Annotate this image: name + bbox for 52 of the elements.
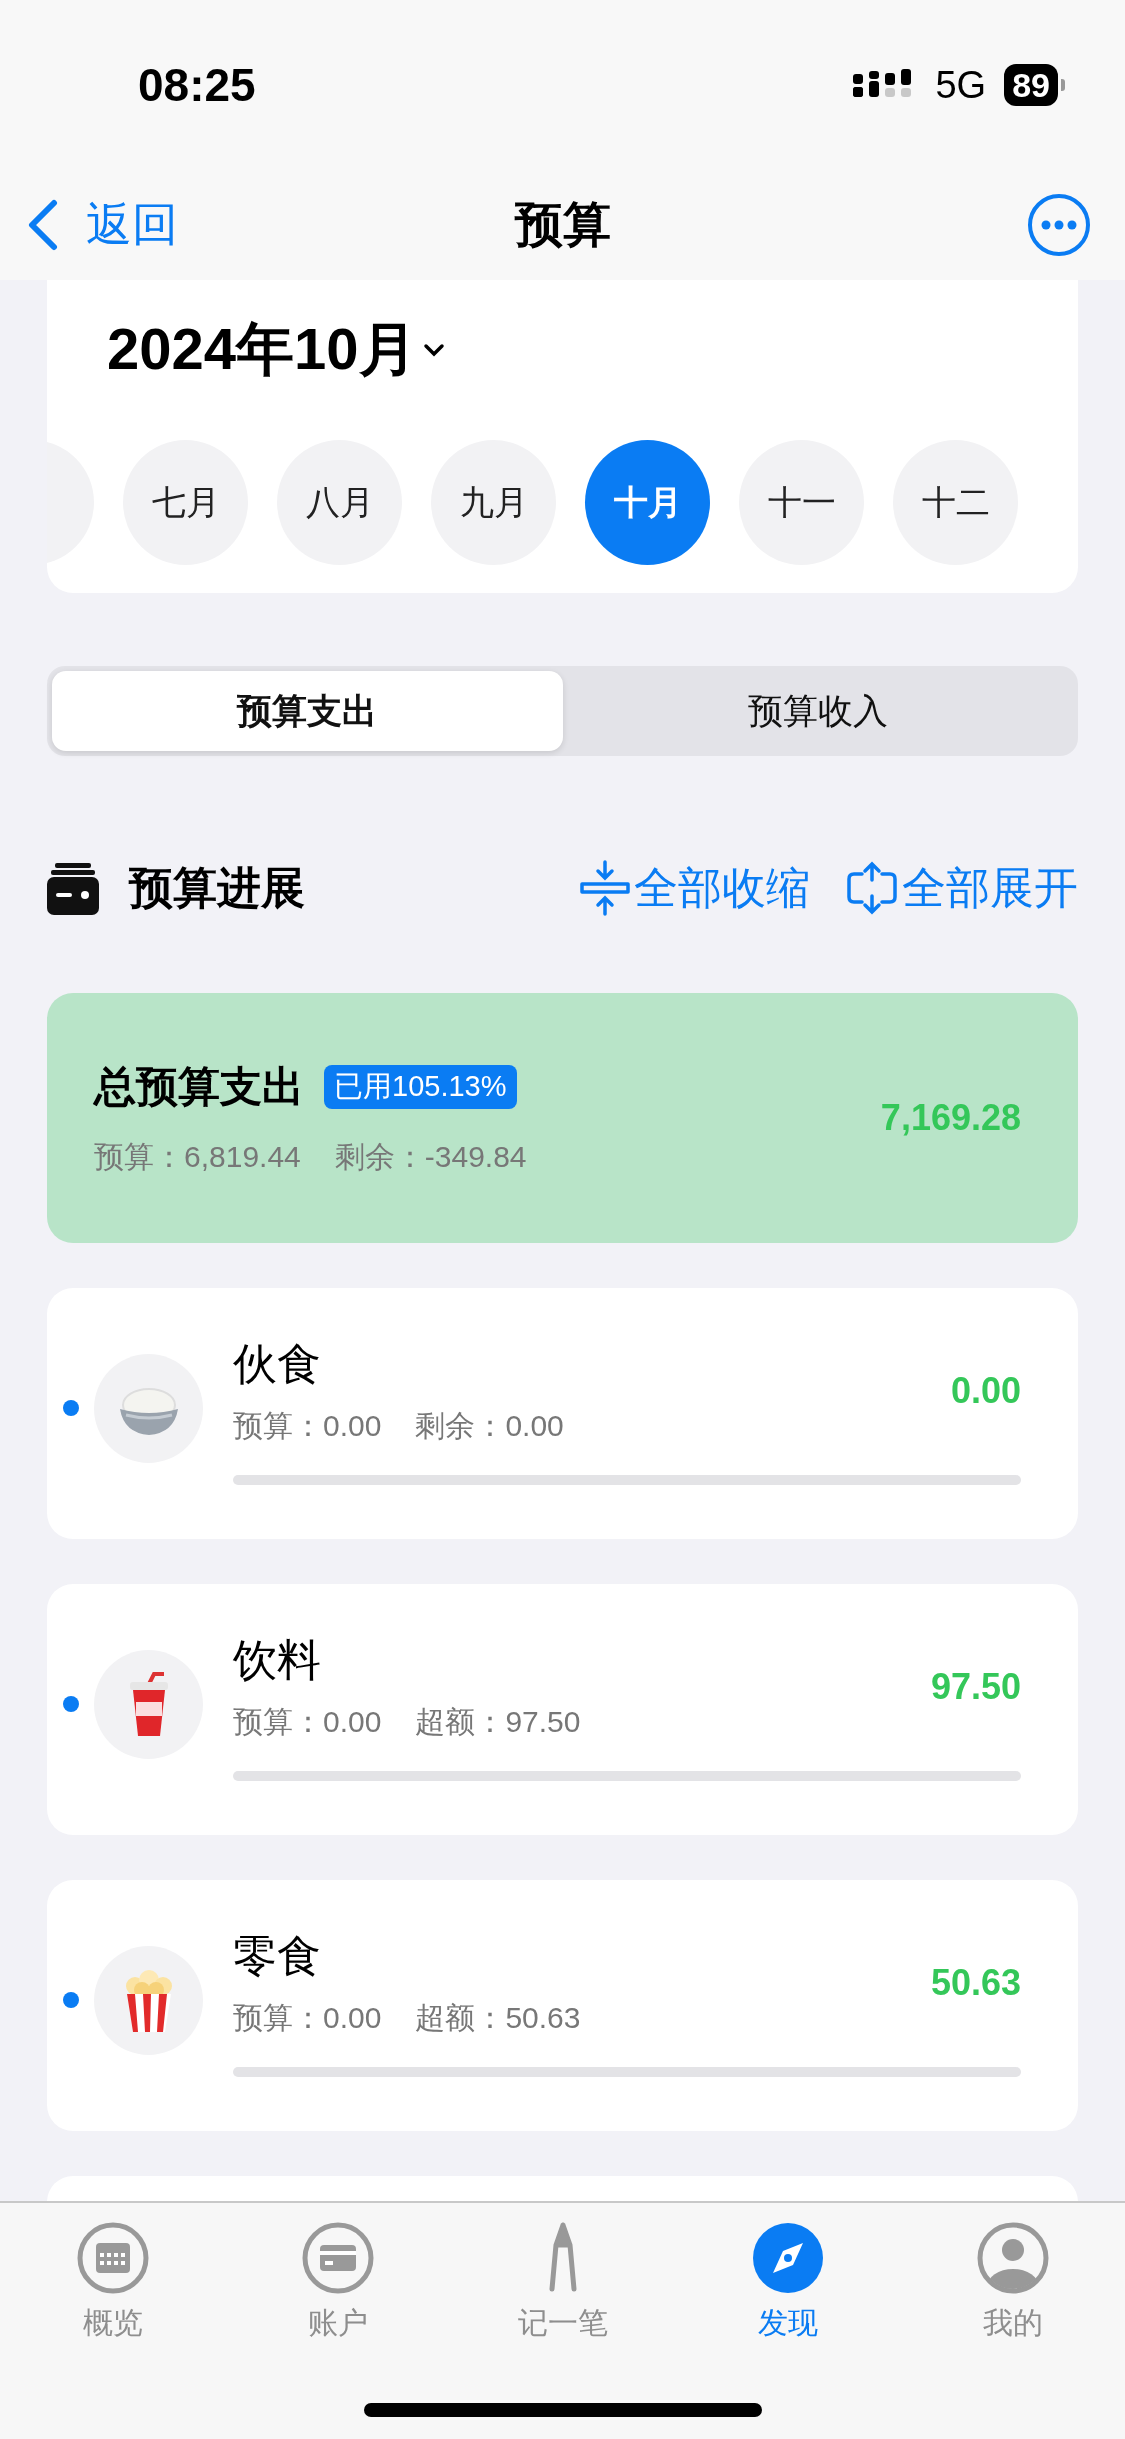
balance-label: 剩余：-349.84 [334, 1138, 527, 1175]
category-card[interactable]: 零食 预算：0.00 超额：50.63 50.63 [47, 1880, 1078, 2131]
wallet-icon [47, 861, 99, 915]
month-selector[interactable]: 2024年10月 [107, 315, 445, 385]
balance-label: 超额：97.50 [415, 1704, 581, 1740]
category-name: 伙食 [233, 1338, 322, 1390]
month-chip[interactable]: 十月 [585, 440, 710, 565]
card-title: 总预算支出 [94, 1061, 304, 1112]
month-chip[interactable]: 十一 [739, 440, 864, 565]
status-dot [63, 1696, 79, 1712]
spent-amount: 0.00 [950, 1369, 1021, 1412]
page-title: 预算 [514, 197, 611, 253]
network-label: 5G [935, 63, 987, 107]
collapse-icon [580, 860, 630, 916]
budget-label: 预算：0.00 [233, 2000, 382, 2036]
category-name: 饮料 [233, 1634, 322, 1686]
back-button[interactable]: 返回 [26, 194, 178, 256]
card-icon [300, 2221, 375, 2295]
budget-label: 预算：0.00 [233, 1704, 382, 1740]
expand-all-button[interactable]: 全部展开 [846, 858, 1078, 918]
collapse-all-button[interactable]: 全部收缩 [580, 858, 810, 918]
category-card[interactable]: 伙食 预算：0.00 剩余：0.00 0.00 [47, 1288, 1078, 1539]
month-chip[interactable]: 十二 [893, 440, 1018, 565]
month-chip[interactable]: 八月 [277, 440, 402, 565]
tab-item[interactable]: 发现 [675, 2221, 900, 2344]
budget-label: 预算：6,819.44 [94, 1138, 301, 1175]
usage-badge: 已用105.13% [324, 1064, 517, 1109]
battery-tip-icon [1061, 79, 1065, 91]
section-title: 预算进展 [129, 861, 306, 914]
chevron-left-icon [26, 199, 58, 251]
balance-label: 剩余：0.00 [415, 1408, 564, 1444]
segment-tab[interactable]: 预算支出 [52, 671, 563, 751]
battery-level: 89 [1004, 64, 1058, 106]
person-icon [975, 2221, 1050, 2295]
chevron-down-icon [422, 343, 445, 357]
balance-label: 超额：50.63 [415, 2000, 581, 2036]
calendar-icon [75, 2221, 150, 2295]
more-icon[interactable] [1027, 193, 1091, 257]
month-chip[interactable]: 九月 [431, 440, 556, 565]
budget-label: 预算：0.00 [233, 1408, 382, 1444]
spent-amount: 97.50 [930, 1665, 1021, 1708]
clock: 08:25 [138, 58, 256, 112]
spent-amount: 50.63 [930, 1961, 1021, 2004]
category-name: 零食 [233, 1930, 322, 1982]
category-card[interactable]: 饮料 预算：0.00 超额：97.50 97.50 [47, 1584, 1078, 1835]
compass-icon [750, 2221, 825, 2295]
status-dot [63, 1400, 79, 1416]
expand-icon [846, 860, 898, 916]
status-dot [63, 1992, 79, 2008]
segment-tab[interactable]: 预算收入 [562, 671, 1073, 751]
spent-amount: 7,169.28 [880, 1097, 1021, 1139]
month-chip[interactable]: 七月 [123, 440, 248, 565]
